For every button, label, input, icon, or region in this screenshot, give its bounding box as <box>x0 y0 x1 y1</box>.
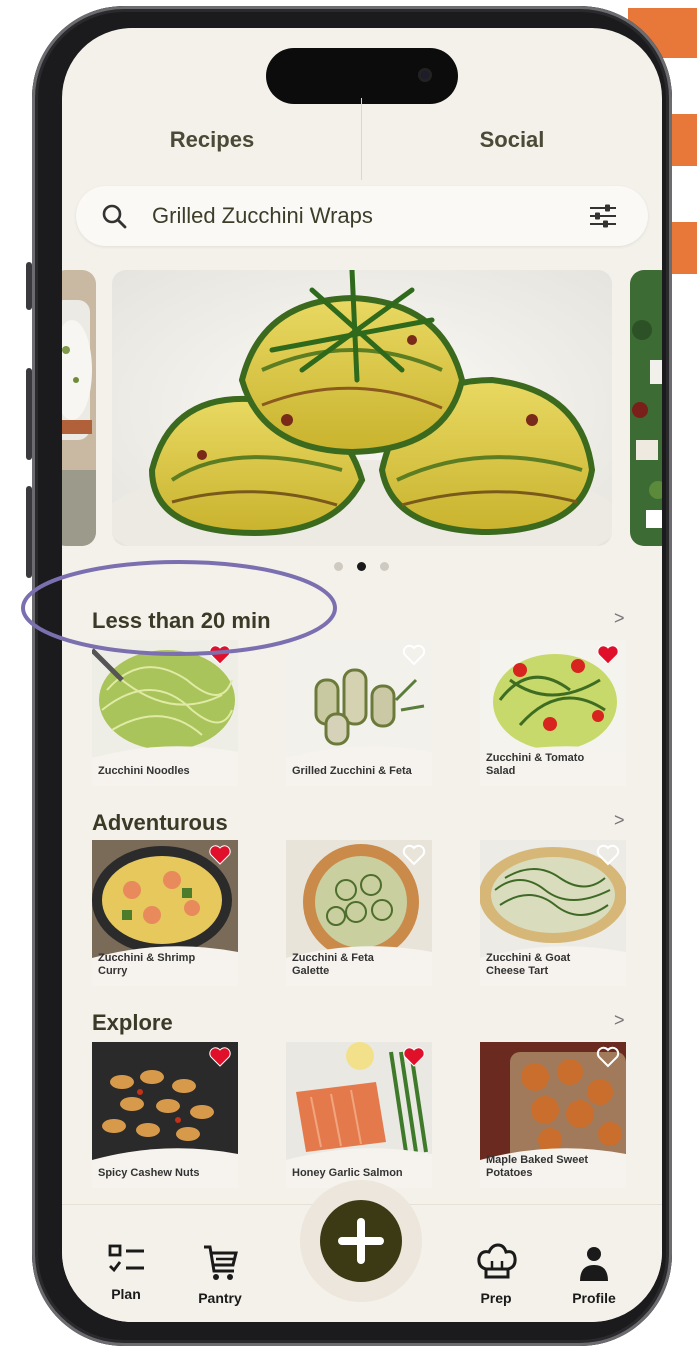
add-recipe-button[interactable] <box>320 1200 402 1282</box>
recipe-label: Honey Garlic Salmon <box>292 1167 403 1179</box>
recipe-label: Zucchini & Tomato Salad <box>486 752 585 777</box>
search-icon[interactable] <box>100 202 128 230</box>
recipe-label: Zucchini Noodles <box>98 765 190 777</box>
recipe-card[interactable]: Grilled Zucchini & Feta <box>286 640 432 786</box>
recipe-label: Zucchini & Shrimp Curry <box>98 952 196 977</box>
recipe-card[interactable]: Zucchini & Goat Cheese Tart <box>480 840 626 986</box>
chef-hat-icon <box>477 1243 517 1279</box>
carousel-dot-active[interactable] <box>357 562 366 571</box>
nav-label: Plan <box>111 1286 141 1302</box>
carousel-pagination[interactable] <box>332 560 392 572</box>
carousel-card-previous[interactable] <box>62 270 96 546</box>
nav-label: Profile <box>572 1290 616 1306</box>
nav-profile[interactable]: Profile <box>554 1243 634 1306</box>
camera-icon <box>418 68 432 82</box>
featured-carousel[interactable] <box>62 270 662 546</box>
recipe-card[interactable]: Spicy Cashew Nuts <box>92 1042 238 1188</box>
phone-side-button <box>26 262 32 310</box>
nav-label: Pantry <box>198 1290 242 1306</box>
see-more-button[interactable]: > <box>614 608 625 629</box>
favorite-heart-outline-icon[interactable] <box>402 644 426 666</box>
tab-divider <box>361 98 362 180</box>
carousel-card-hero[interactable] <box>112 270 612 546</box>
recipe-label: Grilled Zucchini & Feta <box>292 765 412 777</box>
recipe-label: Spicy Cashew Nuts <box>98 1167 200 1179</box>
recipe-label: Zucchini & Goat Cheese Tart <box>486 952 571 977</box>
filter-sliders-icon[interactable] <box>588 202 618 230</box>
recipe-card[interactable]: Zucchini & Shrimp Curry <box>92 840 238 986</box>
section-title: Adventurous <box>92 810 228 835</box>
user-profile-icon <box>580 1247 608 1281</box>
app-screen: Recipes Social Grilled Zucchini Wraps Le… <box>62 28 662 1322</box>
section-title: Explore <box>92 1010 173 1035</box>
favorite-heart-outline-icon[interactable] <box>596 1046 620 1068</box>
nav-plan[interactable]: Plan <box>86 1243 166 1302</box>
dynamic-island <box>266 48 458 104</box>
favorite-heart-icon[interactable] <box>208 1046 232 1068</box>
see-more-button[interactable]: > <box>614 810 625 831</box>
favorite-heart-icon[interactable] <box>208 844 232 866</box>
top-tabs: Recipes Social <box>62 116 662 176</box>
phone-side-button <box>26 368 32 460</box>
tab-social[interactable]: Social <box>362 116 662 176</box>
see-more-button[interactable]: > <box>614 1010 625 1031</box>
grilled-zucchini-wraps-photo <box>112 270 612 546</box>
section-explore: Explore > Spicy Cashew Nuts Honey Garlic… <box>62 1010 662 1200</box>
recipe-label: Zucchini & Feta Galette <box>292 952 374 977</box>
carousel-card-next[interactable] <box>630 270 662 546</box>
carousel-dot[interactable] <box>380 562 389 571</box>
nav-label: Prep <box>480 1290 512 1306</box>
recipe-card[interactable]: Zucchini & Feta Galette <box>286 840 432 986</box>
nav-pantry[interactable]: Pantry <box>180 1243 260 1306</box>
favorite-heart-outline-icon[interactable] <box>402 844 426 866</box>
favorite-heart-outline-icon[interactable] <box>596 844 620 866</box>
nav-prep[interactable]: Prep <box>456 1243 536 1306</box>
tab-recipes[interactable]: Recipes <box>62 116 362 176</box>
recipe-card[interactable]: Honey Garlic Salmon <box>286 1042 432 1188</box>
recipe-label: Maple Baked Sweet Potatoes <box>486 1154 589 1179</box>
search-input[interactable]: Grilled Zucchini Wraps <box>152 202 373 230</box>
checklist-icon <box>108 1244 144 1273</box>
favorite-heart-icon[interactable] <box>402 1046 426 1068</box>
recipe-card[interactable]: Zucchini Noodles <box>92 640 238 786</box>
recipe-card[interactable]: Maple Baked Sweet Potatoes <box>480 1042 626 1188</box>
shopping-cart-icon <box>204 1245 238 1280</box>
recipe-card[interactable]: Zucchini & Tomato Salad <box>480 640 626 786</box>
section-adventurous: Adventurous > Zucchini & Shrimp Curry Zu… <box>62 810 662 1000</box>
search-bar[interactable]: Grilled Zucchini Wraps <box>76 186 648 246</box>
plus-icon <box>338 1218 384 1264</box>
annotation-ellipse <box>21 560 337 656</box>
favorite-heart-icon[interactable] <box>596 644 620 666</box>
